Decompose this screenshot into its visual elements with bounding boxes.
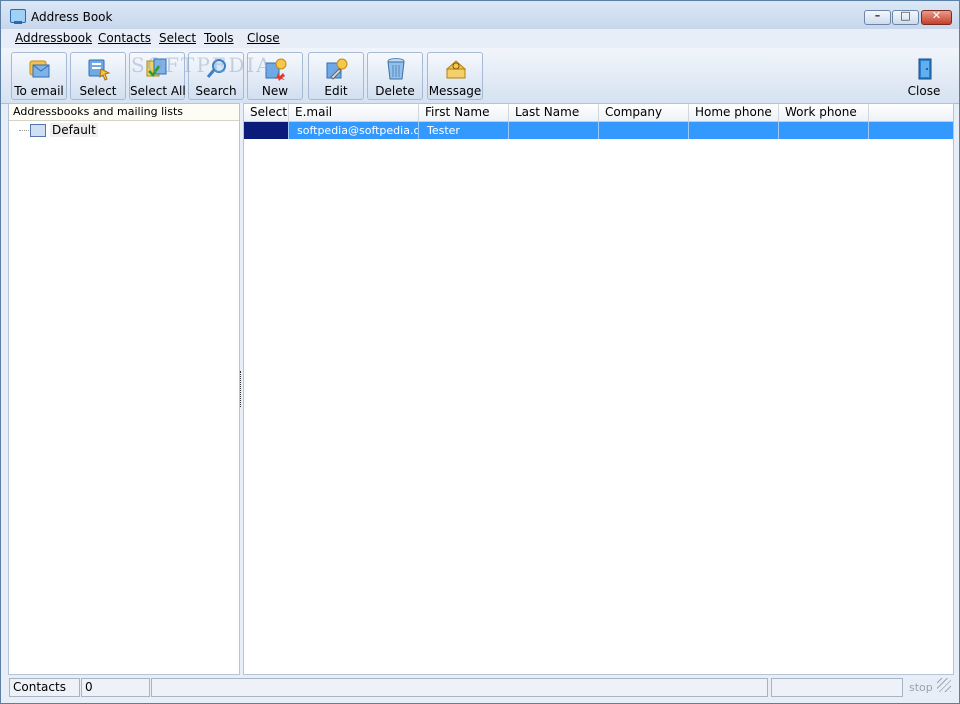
maximize-button[interactable]: □ bbox=[892, 9, 919, 25]
addressbooks-panel-header: Addressbooks and mailing lists bbox=[9, 104, 239, 121]
progress-bar bbox=[771, 678, 903, 697]
column-header-company[interactable]: Company bbox=[599, 104, 689, 121]
cell-email[interactable]: softpedia@softpedia.c... bbox=[289, 122, 419, 139]
resize-grip[interactable] bbox=[937, 678, 951, 692]
status-message-panel bbox=[151, 678, 768, 697]
cell-first-name[interactable]: Tester bbox=[419, 122, 509, 139]
contacts-grid: Select E.mail First Name Last Name Compa… bbox=[243, 103, 954, 675]
addressbooks-panel: Addressbooks and mailing lists Default bbox=[8, 103, 240, 675]
toolbar-close-label: Close bbox=[907, 84, 941, 98]
column-header-first-name[interactable]: First Name bbox=[419, 104, 509, 121]
column-header-email[interactable]: E.mail bbox=[289, 104, 419, 121]
select-icon bbox=[88, 59, 111, 81]
to-email-label: To email bbox=[14, 84, 64, 98]
status-contacts-count: 0 bbox=[81, 678, 150, 697]
grid-header: Select E.mail First Name Last Name Compa… bbox=[244, 104, 953, 122]
cell-company[interactable] bbox=[599, 122, 689, 139]
select-all-label: Select All bbox=[130, 84, 186, 98]
menu-tools[interactable]: Tools bbox=[204, 31, 234, 45]
menu-select[interactable]: Select bbox=[159, 31, 196, 45]
column-header-last-name[interactable]: Last Name bbox=[509, 104, 599, 121]
edit-contact-button[interactable]: Edit bbox=[308, 52, 364, 100]
window-title: Address Book bbox=[31, 10, 113, 24]
message-button[interactable]: Message bbox=[427, 52, 483, 100]
menu-addressbook[interactable]: Addressbook bbox=[15, 31, 92, 45]
status-contacts-label: Contacts bbox=[9, 678, 80, 697]
trash-icon bbox=[387, 58, 405, 80]
menu-bar: Addressbook Contacts Select Tools Close bbox=[1, 29, 959, 48]
message-label: Message bbox=[428, 84, 482, 98]
cell-work-phone[interactable] bbox=[779, 122, 869, 139]
select-label: Select bbox=[79, 84, 117, 98]
cell-last-name[interactable] bbox=[509, 122, 599, 139]
address-book-app-icon bbox=[10, 9, 26, 24]
close-window-button[interactable]: ✕ bbox=[921, 9, 952, 25]
delete-button[interactable]: Delete bbox=[367, 52, 423, 100]
title-bar[interactable]: Address Book – □ ✕ bbox=[1, 1, 959, 29]
search-label: Search bbox=[195, 84, 237, 98]
menu-contacts[interactable]: Contacts bbox=[98, 31, 151, 45]
edit-label: Edit bbox=[324, 84, 348, 98]
exit-door-icon bbox=[918, 58, 932, 80]
toolbar-close-button[interactable]: Close bbox=[896, 52, 952, 100]
to-email-button[interactable]: To email bbox=[11, 52, 67, 100]
select-button[interactable]: Select bbox=[70, 52, 126, 100]
cell-home-phone[interactable] bbox=[689, 122, 779, 139]
status-bar: Contacts 0 stop bbox=[1, 675, 959, 703]
table-row[interactable]: softpedia@softpedia.c... Tester bbox=[244, 122, 953, 139]
close-icon: ✕ bbox=[931, 9, 942, 22]
to-email-icon bbox=[29, 60, 50, 78]
address-book-window: Address Book – □ ✕ Addressbook Contacts … bbox=[0, 0, 960, 704]
edit-contact-icon bbox=[326, 58, 348, 80]
tree-item-default[interactable]: Default bbox=[50, 123, 98, 137]
minimize-button[interactable]: – bbox=[864, 9, 891, 25]
stop-button[interactable]: stop bbox=[909, 681, 933, 694]
cell-select[interactable] bbox=[244, 122, 289, 139]
delete-label: Delete bbox=[375, 84, 415, 98]
column-header-select[interactable]: Select bbox=[244, 104, 289, 121]
menu-close[interactable]: Close bbox=[247, 31, 280, 45]
address-book-icon bbox=[30, 124, 46, 137]
new-label: New bbox=[261, 84, 289, 98]
maximize-icon: □ bbox=[900, 9, 911, 22]
column-header-work-phone[interactable]: Work phone bbox=[779, 104, 869, 121]
tree-connector bbox=[19, 130, 29, 131]
softpedia-watermark: SOFTPEDIA bbox=[131, 53, 273, 77]
message-icon bbox=[445, 60, 467, 79]
minimize-icon: – bbox=[874, 9, 881, 22]
column-header-home-phone[interactable]: Home phone bbox=[689, 104, 779, 121]
